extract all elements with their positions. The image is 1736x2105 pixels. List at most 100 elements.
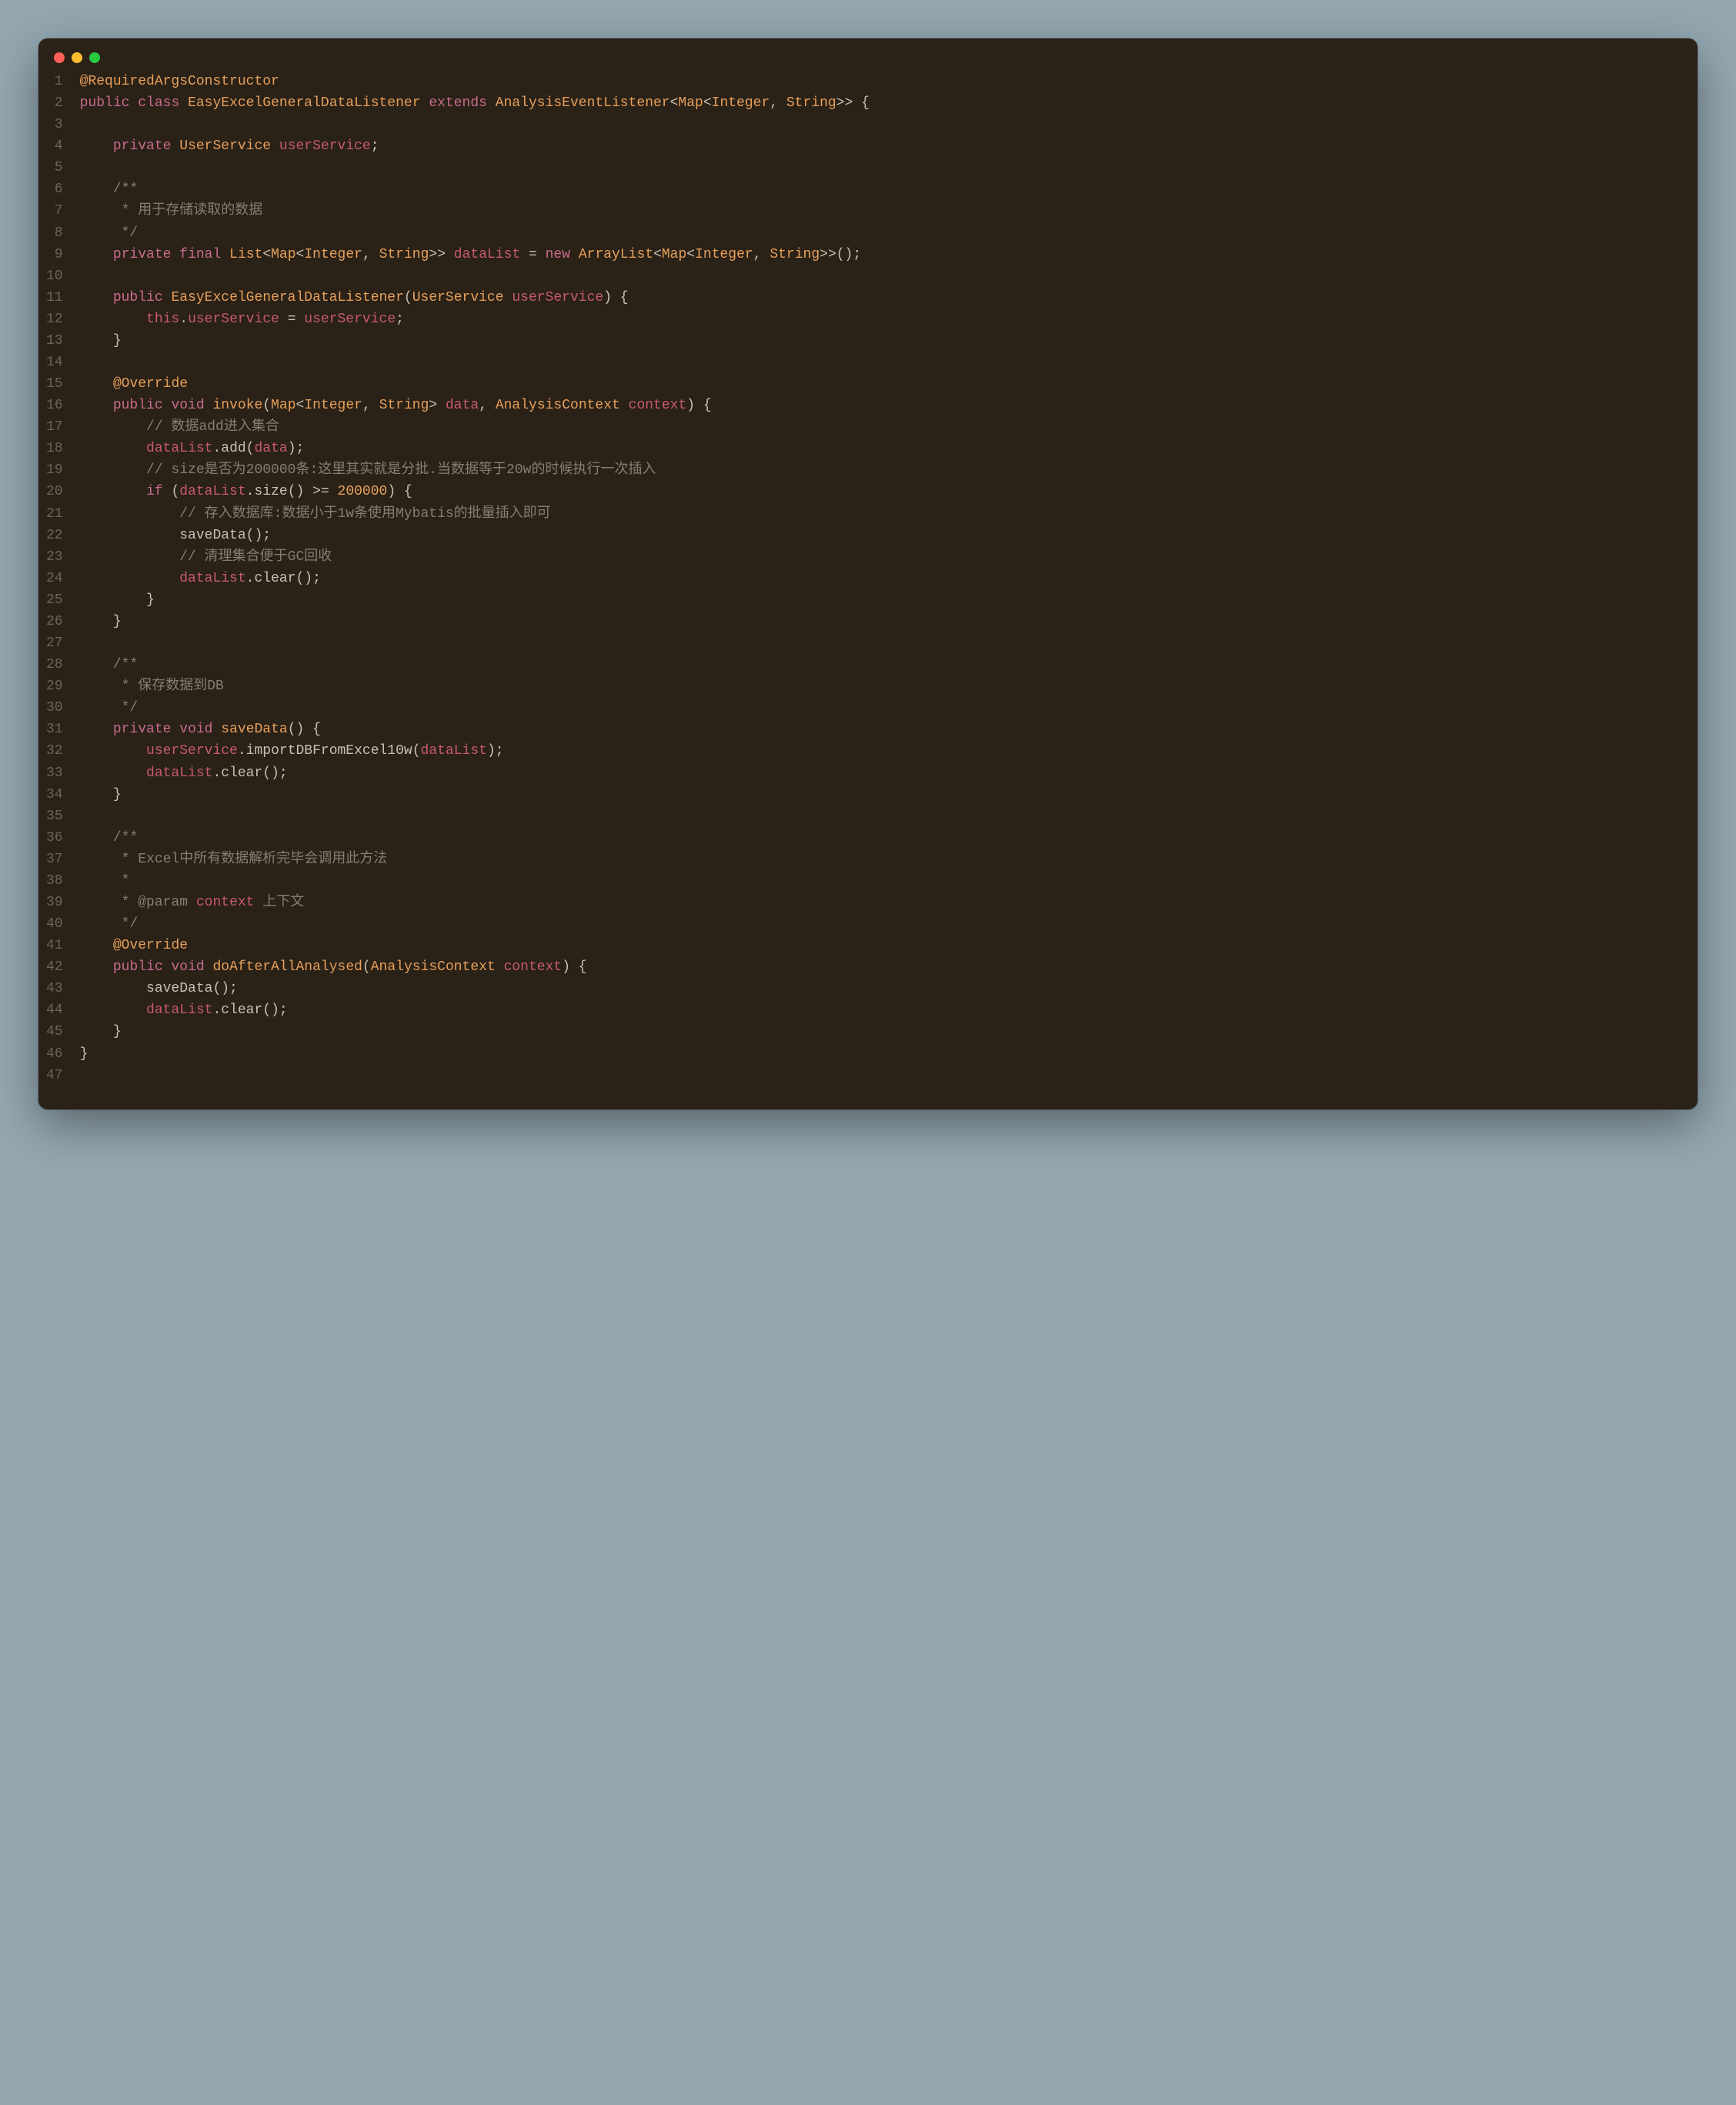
token-punct — [205, 959, 213, 975]
code-line[interactable] — [80, 1065, 1674, 1086]
code-line[interactable] — [80, 265, 1674, 287]
code-line[interactable] — [80, 157, 1674, 178]
token-methodcall: saveData — [179, 528, 245, 543]
code-line[interactable]: public void doAfterAllAnalysed(AnalysisC… — [80, 956, 1674, 978]
code-line[interactable]: } — [80, 784, 1674, 806]
line-number: 14 — [46, 352, 63, 373]
code-line[interactable] — [80, 806, 1674, 827]
code-line[interactable]: } — [80, 1043, 1674, 1065]
code-line[interactable] — [80, 352, 1674, 373]
token-punct — [171, 722, 179, 737]
token-comment: * — [113, 895, 138, 910]
code-line[interactable]: @Override — [80, 935, 1674, 956]
token-punct: < — [703, 95, 712, 111]
code-line[interactable]: if (dataList.size() >= 200000) { — [80, 481, 1674, 502]
token-methodcall: clear — [221, 1002, 262, 1018]
token-punct: = — [520, 247, 545, 262]
code-line[interactable]: */ — [80, 222, 1674, 244]
token-field: userService — [279, 138, 371, 154]
code-line[interactable]: } — [80, 611, 1674, 632]
code-line[interactable]: /** — [80, 178, 1674, 200]
token-punct — [163, 290, 172, 305]
line-number: 42 — [46, 956, 63, 978]
code-line[interactable]: * @param context 上下文 — [80, 892, 1674, 913]
minimize-button[interactable] — [72, 52, 82, 63]
line-number: 13 — [46, 330, 63, 352]
token-punct: . — [246, 571, 255, 586]
token-punct — [80, 830, 113, 846]
code-line[interactable]: @Override — [80, 373, 1674, 395]
line-number: 32 — [46, 740, 63, 762]
token-method: invoke — [212, 398, 262, 413]
token-annotation: @RequiredArgsConstructor — [80, 74, 279, 89]
token-punct — [171, 138, 179, 154]
code-line[interactable]: private UserService userService; — [80, 135, 1674, 157]
token-comment: // size是否为200000条:这里其实就是分批.当数据等于20w的时候执行… — [146, 462, 656, 478]
code-line[interactable]: * Excel中所有数据解析完毕会调用此方法 — [80, 849, 1674, 870]
token-keyword: final — [179, 247, 221, 262]
code-line[interactable]: private final List<Map<Integer, String>>… — [80, 244, 1674, 265]
line-number: 8 — [46, 222, 63, 244]
line-number: 30 — [46, 697, 63, 719]
line-number: 38 — [46, 870, 63, 892]
token-field: dataList — [146, 441, 212, 456]
token-punct — [271, 138, 279, 154]
token-punct — [80, 916, 113, 932]
code-line[interactable]: this.userService = userService; — [80, 309, 1674, 330]
code-line[interactable]: * — [80, 870, 1674, 892]
code-line[interactable]: /** — [80, 827, 1674, 849]
code-line[interactable]: // size是否为200000条:这里其实就是分批.当数据等于20w的时候执行… — [80, 459, 1674, 481]
zoom-button[interactable] — [89, 52, 100, 63]
code-line[interactable] — [80, 114, 1674, 135]
code-line[interactable]: dataList.clear(); — [80, 762, 1674, 784]
code-line[interactable]: userService.importDBFromExcel10w(dataLis… — [80, 740, 1674, 762]
code-content[interactable]: @RequiredArgsConstructor public class Eas… — [80, 71, 1674, 1086]
token-punct: >>(); — [820, 247, 861, 262]
token-field: dataList — [454, 247, 520, 262]
code-line[interactable]: dataList.add(data); — [80, 438, 1674, 459]
code-line[interactable]: dataList.clear(); — [80, 999, 1674, 1021]
code-line[interactable]: */ — [80, 913, 1674, 935]
token-field: dataList — [146, 766, 212, 781]
code-line[interactable]: // 清理集合便于GC回收 — [80, 546, 1674, 568]
code-line[interactable]: * 用于存储读取的数据 — [80, 200, 1674, 222]
token-punct — [421, 95, 429, 111]
code-line[interactable]: public void invoke(Map<Integer, String> … — [80, 395, 1674, 416]
token-punct — [80, 462, 146, 478]
code-line[interactable]: dataList.clear(); — [80, 568, 1674, 589]
code-line[interactable]: } — [80, 589, 1674, 611]
token-punct — [80, 873, 113, 889]
code-line[interactable]: * 保存数据到DB — [80, 676, 1674, 697]
code-line[interactable] — [80, 632, 1674, 654]
token-type: Integer — [695, 247, 753, 262]
code-line[interactable]: public class EasyExcelGeneralDataListene… — [80, 92, 1674, 114]
line-number: 29 — [46, 676, 63, 697]
close-button[interactable] — [54, 52, 65, 63]
token-keyword: if — [146, 484, 163, 499]
code-line[interactable]: } — [80, 330, 1674, 352]
token-punct — [179, 95, 188, 111]
code-line[interactable]: // 数据add进入集合 — [80, 416, 1674, 438]
token-docparam: context — [196, 895, 255, 910]
code-line[interactable]: } — [80, 1021, 1674, 1042]
line-number: 6 — [46, 178, 63, 200]
token-punct: ) { — [562, 959, 586, 975]
code-line[interactable]: @RequiredArgsConstructor — [80, 71, 1674, 92]
token-keyword: public — [113, 290, 163, 305]
code-line[interactable]: private void saveData() { — [80, 719, 1674, 740]
token-punct — [171, 247, 179, 262]
code-line[interactable]: */ — [80, 697, 1674, 719]
token-type: AnalysisContext — [496, 398, 620, 413]
code-line[interactable]: saveData(); — [80, 978, 1674, 999]
code-line[interactable]: public EasyExcelGeneralDataListener(User… — [80, 287, 1674, 309]
code-line[interactable]: /** — [80, 654, 1674, 676]
token-methodcall: add — [221, 441, 245, 456]
token-punct — [80, 528, 180, 543]
token-methodcall: clear — [221, 766, 262, 781]
token-type: Integer — [304, 398, 362, 413]
code-editor[interactable]: 1234567891011121314151617181920212223242… — [38, 71, 1698, 1109]
code-line[interactable]: saveData(); — [80, 525, 1674, 546]
line-number: 26 — [46, 611, 63, 632]
line-number: 16 — [46, 395, 63, 416]
code-line[interactable]: // 存入数据库:数据小于1w条使用Mybatis的批量插入即可 — [80, 503, 1674, 525]
